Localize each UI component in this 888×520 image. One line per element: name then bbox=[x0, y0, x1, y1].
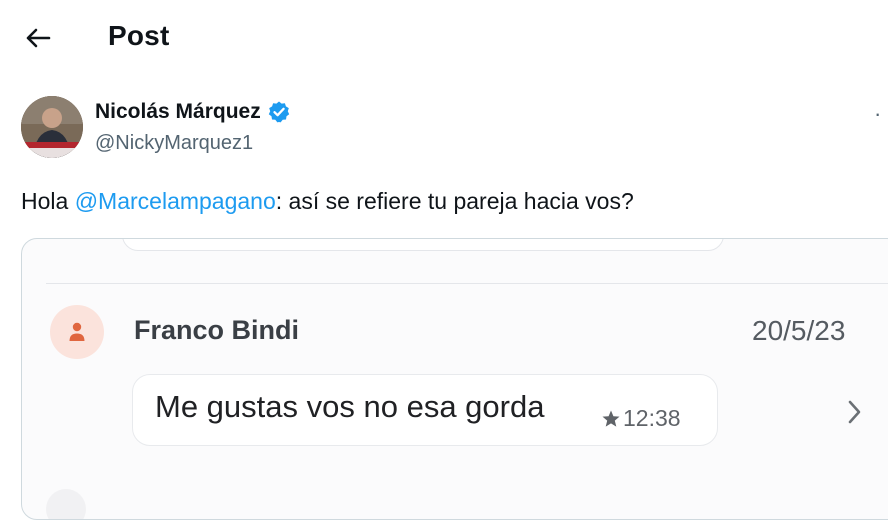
verified-badge-icon bbox=[268, 101, 289, 123]
tweet-text-prefix: Hola bbox=[21, 188, 75, 214]
more-options-button[interactable]: · bbox=[874, 100, 888, 128]
author-handle[interactable]: @NickyMarquez1 bbox=[95, 132, 253, 155]
star-icon bbox=[602, 410, 620, 427]
more-dots-icon: · bbox=[874, 101, 882, 126]
arrow-left-icon bbox=[26, 28, 51, 48]
previous-message-bubble bbox=[122, 239, 724, 251]
author-name-text: Nicolás Márquez bbox=[95, 100, 261, 123]
message-time-text: 12:38 bbox=[623, 405, 681, 431]
tweet-text-suffix: : así se refiere tu pareja hacia vos? bbox=[275, 188, 634, 214]
sender-name: Franco Bindi bbox=[134, 315, 300, 345]
tweet-text: Hola @Marcelampagano: así se refiere tu … bbox=[21, 186, 634, 216]
media-card[interactable]: Franco Bindi 20/5/23 Me gustas vos no es… bbox=[21, 238, 888, 520]
author-name[interactable]: Nicolás Márquez bbox=[95, 100, 291, 124]
back-button[interactable] bbox=[18, 20, 58, 56]
chevron-right-icon bbox=[848, 400, 861, 424]
mention-link[interactable]: @Marcelampagano bbox=[75, 188, 276, 214]
next-message-avatar-edge bbox=[46, 489, 86, 519]
avatar-image bbox=[21, 96, 83, 158]
message-bubble: Me gustas vos no esa gorda 12:38 bbox=[132, 374, 718, 446]
message-date: 20/5/23 bbox=[752, 315, 846, 346]
sender-avatar bbox=[50, 305, 104, 359]
person-icon bbox=[69, 322, 85, 341]
page-title: Post bbox=[108, 20, 170, 51]
author-avatar[interactable] bbox=[21, 96, 83, 158]
divider bbox=[46, 283, 888, 284]
message-text: Me gustas vos no esa gorda bbox=[155, 389, 545, 424]
message-timestamp: 12:38 bbox=[601, 405, 681, 432]
